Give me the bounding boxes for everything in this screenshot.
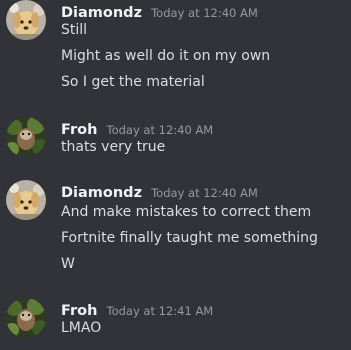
- message-header: Froh Today at 12:40 AM: [61, 119, 213, 138]
- author-name[interactable]: Diamondz: [61, 5, 142, 21]
- avatar[interactable]: [6, 180, 46, 220]
- avatar[interactable]: [6, 117, 46, 157]
- message-text: So I get the material: [61, 74, 205, 90]
- message-text: thats very true: [61, 139, 166, 155]
- avatar[interactable]: [6, 0, 46, 40]
- message-timestamp: Today at 12:41 AM: [106, 304, 214, 318]
- message-text: Might as well do it on my own: [61, 48, 271, 64]
- message-header: Diamondz Today at 12:40 AM: [61, 2, 258, 21]
- message-text: Still: [61, 22, 88, 38]
- message-text: W: [61, 256, 75, 272]
- message-header: Diamondz Today at 12:40 AM: [61, 182, 258, 201]
- message-text: Fortnite finally taught me something: [61, 230, 318, 246]
- author-name[interactable]: Froh: [61, 303, 97, 319]
- avatar[interactable]: [6, 298, 46, 338]
- message-header: Froh Today at 12:41 AM: [61, 300, 213, 319]
- author-name[interactable]: Froh: [61, 122, 97, 138]
- message-timestamp: Today at 12:40 AM: [151, 6, 258, 20]
- message-timestamp: Today at 12:40 AM: [106, 123, 214, 137]
- message-text: LMAO: [61, 320, 102, 336]
- message-text: And make mistakes to correct them: [61, 204, 312, 220]
- message-timestamp: Today at 12:40 AM: [151, 186, 258, 200]
- author-name[interactable]: Diamondz: [61, 185, 142, 201]
